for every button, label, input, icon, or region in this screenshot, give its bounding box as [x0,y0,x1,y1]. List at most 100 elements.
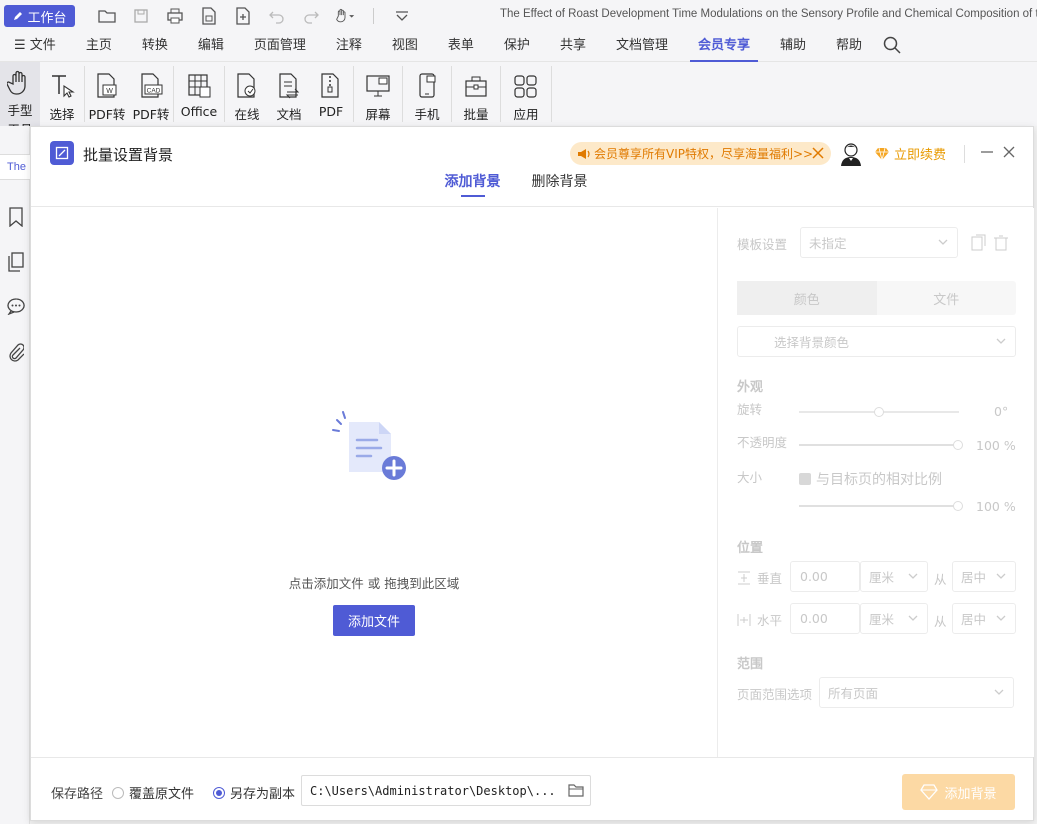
office-button[interactable]: Office [174,62,224,126]
pdf-to-word-button[interactable]: W PDF转 [85,62,129,126]
renew-button[interactable]: 立即续费 [874,144,946,163]
online-button[interactable]: 在线 [225,62,269,126]
workbench-button[interactable]: 工作台 [4,5,75,27]
vertical-input[interactable]: 0.00 [790,561,860,592]
delete-template-icon[interactable] [994,235,1008,255]
folder-icon[interactable] [568,783,584,797]
export-icon[interactable] [199,6,219,26]
file-drop-area[interactable]: 点击添加文件 或 拖拽到此区域 添加文件 [31,208,717,757]
overwrite-radio[interactable]: 覆盖原文件 [112,783,194,802]
save-path-label: 保存路径 [51,787,104,802]
vertical-unit-select[interactable]: 厘米 [860,561,928,592]
checkbox-checked-icon [799,473,811,485]
save-icon[interactable] [131,6,151,26]
menu-page-manage[interactable]: 页面管理 [239,32,321,62]
save-copy-radio[interactable]: 另存为副本 [213,783,295,802]
horizontal-unit-select[interactable]: 厘米 [860,603,928,634]
avatar[interactable] [839,141,863,167]
minimize-icon[interactable] [980,144,994,162]
pdf-to-cad-button[interactable]: CAD PDF转 [129,62,173,126]
add-file-button[interactable]: 添加文件 [333,605,415,636]
menu-convert[interactable]: 转换 [127,32,183,62]
pdf-zip-button[interactable]: PDF [309,62,353,126]
template-select[interactable]: 未指定 [800,227,958,258]
doc-compare-button[interactable]: 文档 [269,62,309,126]
attachment-icon[interactable] [6,342,26,364]
rotation-slider[interactable] [799,407,959,417]
select-tool-button[interactable]: 选择 [40,62,84,126]
horizontal-from-select[interactable]: 居中 [952,603,1016,634]
menu-help[interactable]: 帮助 [821,32,877,62]
dialog-header: 批量设置背景 会员尊享所有VIP特权，尽享海量福利>> 立即续费 添加背景 删除… [31,127,1033,207]
undo-icon[interactable] [267,6,287,26]
comments-icon[interactable] [6,295,26,317]
rotation-knob[interactable] [874,407,884,417]
batch-button[interactable]: 批量 [452,62,500,126]
opacity-slider[interactable] [799,440,963,450]
menu-edit[interactable]: 编辑 [183,32,239,62]
menu-vip[interactable]: 会员专享 [683,32,765,62]
color-placeholder: 选择背景颜色 [774,335,850,350]
menu-file[interactable]: ☰ 文件 [0,32,71,62]
screen-button[interactable]: 屏幕 [354,62,402,126]
vertical-from-select[interactable]: 居中 [952,561,1016,592]
customize-dropdown-icon[interactable] [392,6,412,26]
tab-add-background[interactable]: 添加背景 [445,171,501,197]
ribbon-separator [551,66,552,122]
pdf-to-cad-icon: CAD [137,70,165,102]
add-file-illustration-icon [332,411,406,480]
bookmark-icon[interactable] [6,206,26,228]
chevron-down-icon [996,615,1006,621]
thumbnails-icon[interactable] [6,251,26,273]
phone-button[interactable]: 手机 [403,62,451,126]
menu-form[interactable]: 表单 [433,32,489,62]
hand-tool-button[interactable]: 手型 工具 [0,62,40,126]
position-title: 位置 [737,541,764,556]
menu-bar: ☰ 文件 主页 转换 编辑 页面管理 注释 视图 表单 保护 共享 文档管理 会… [0,32,1037,62]
page-range-label: 页面范围选项 [737,687,813,702]
save-path-value: C:\Users\Administrator\Desktop\... [310,783,556,798]
segment-color[interactable]: 颜色 [737,281,877,315]
new-doc-icon[interactable] [233,6,253,26]
relative-scale-checkbox[interactable]: 与目标页的相对比例 [799,469,942,489]
tab-remove-background[interactable]: 删除背景 [532,171,588,195]
redo-icon[interactable] [301,6,321,26]
vertical-from-label: 从 [934,572,947,587]
settings-panel: 模板设置 未指定 颜色 文件 选择背景颜色 外观 旋转 0° 不透明度 100 … [717,208,1034,757]
menu-home[interactable]: 主页 [71,32,127,62]
source-segmented-control: 颜色 文件 [737,281,1016,315]
print-icon[interactable] [165,6,185,26]
menu-protect[interactable]: 保护 [489,32,545,62]
online-label: 在线 [234,107,260,122]
vip-banner[interactable]: 会员尊享所有VIP特权，尽享海量福利>> [570,142,831,165]
search-icon[interactable] [883,36,901,58]
close-icon[interactable] [811,146,825,160]
menu-annotate[interactable]: 注释 [321,32,377,62]
copy-template-icon[interactable] [971,234,987,256]
apps-button[interactable]: 应用 [501,62,551,126]
appearance-title: 外观 [737,380,764,395]
segment-file[interactable]: 文件 [877,281,1017,315]
open-folder-icon[interactable] [97,6,117,26]
scale-slider[interactable] [799,501,963,511]
color-select[interactable]: 选择背景颜色 [737,326,1016,357]
scale-knob[interactable] [953,501,963,511]
diamond-icon [875,147,889,160]
save-path-input[interactable]: C:\Users\Administrator\Desktop\... [301,775,591,806]
menu-view[interactable]: 视图 [377,32,433,62]
phone-icon [413,70,441,102]
horizontal-input[interactable]: 0.00 [790,603,860,634]
add-background-button[interactable]: 添加背景 [902,774,1015,810]
vertical-from-value: 居中 [961,570,987,585]
size-label: 大小 [737,470,763,485]
online-icon [233,70,261,102]
page-range-select[interactable]: 所有页面 [819,677,1014,708]
menu-assist[interactable]: 辅助 [765,32,821,62]
opacity-knob[interactable] [953,440,963,450]
document-tab[interactable]: The [0,154,30,180]
menu-doc-manage[interactable]: 文档管理 [601,32,683,62]
dialog-close-icon[interactable] [1002,145,1016,163]
menu-share[interactable]: 共享 [545,32,601,62]
svg-text:W: W [106,88,113,95]
hand-dropdown-icon[interactable] [335,6,355,26]
